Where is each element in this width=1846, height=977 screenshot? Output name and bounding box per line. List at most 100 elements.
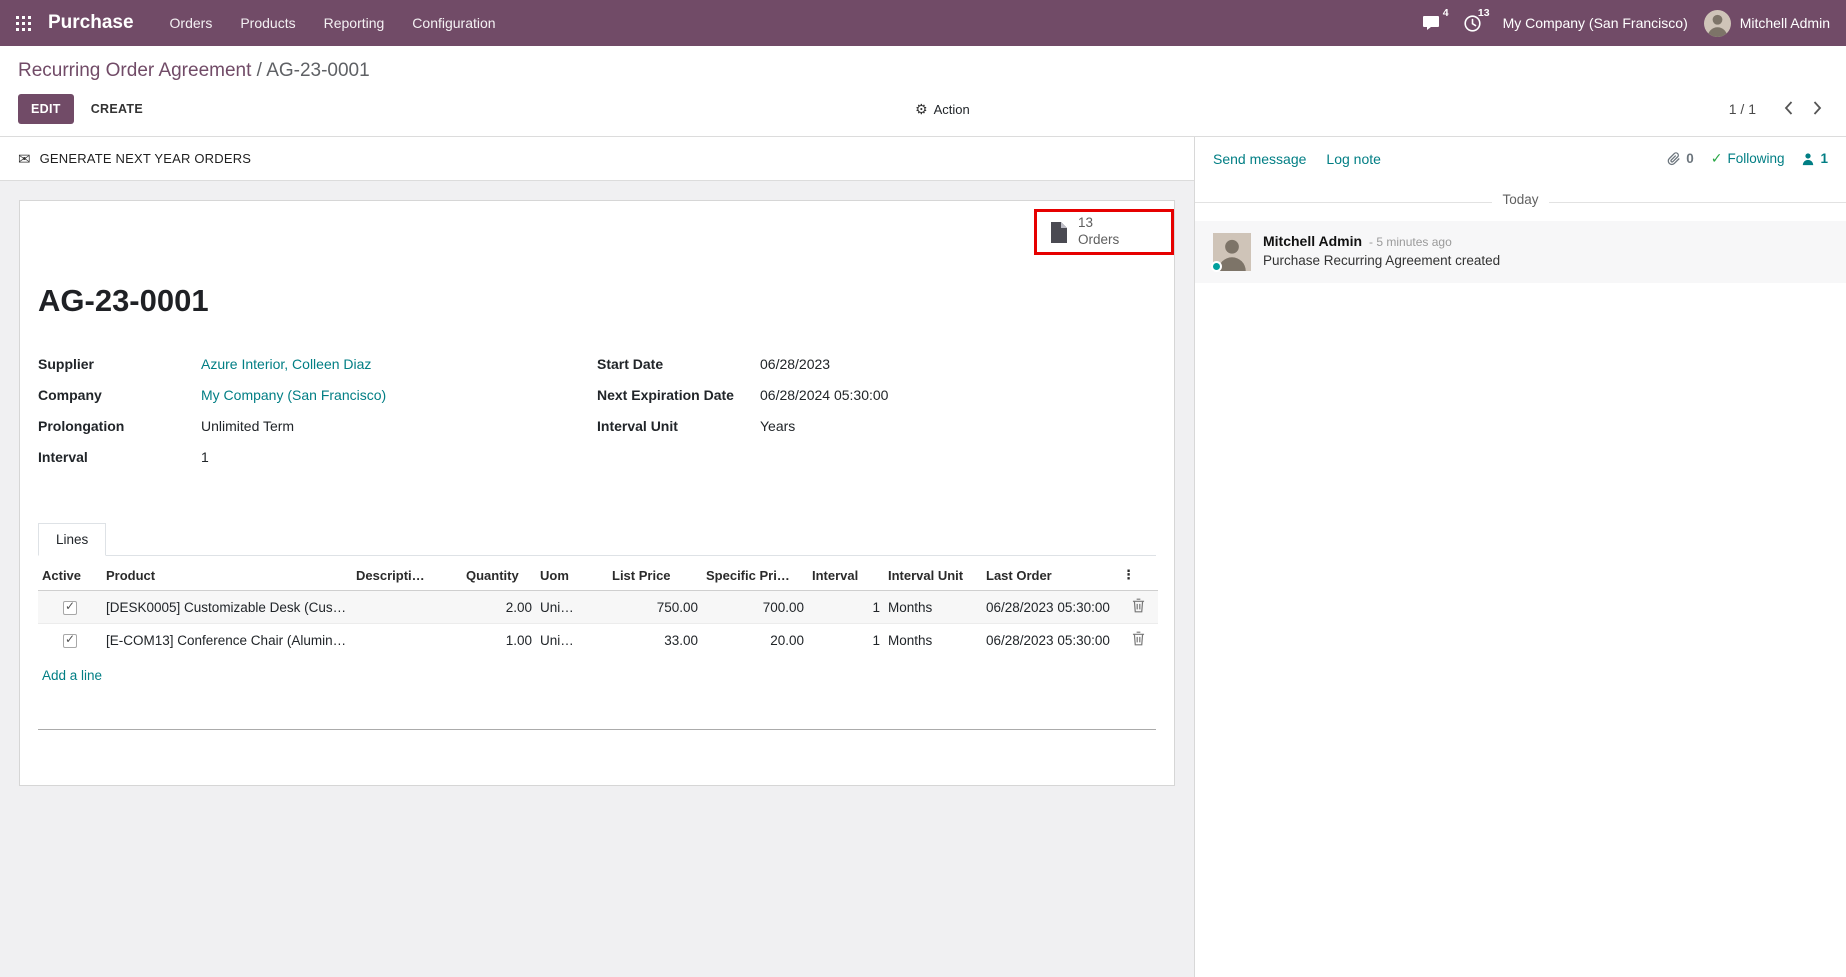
menu-products[interactable]: Products [226, 0, 309, 46]
field-label-next-expiration-date: Next Expiration Date [597, 386, 760, 404]
attachment-count: 0 [1686, 151, 1694, 166]
uom-cell: Uni… [536, 624, 608, 657]
lines-table: Active Product Descripti… Quantity Uom L… [38, 558, 1158, 656]
start-date-value: 06/28/2023 [760, 355, 830, 373]
header-product[interactable]: Product [102, 558, 352, 591]
chevron-left-icon [1784, 101, 1793, 115]
optional-columns-icon[interactable]: ⋮ [1118, 558, 1158, 591]
header-last-order[interactable]: Last Order [982, 558, 1118, 591]
pager-next-button[interactable] [1807, 97, 1828, 122]
message-timestamp: - 5 minutes ago [1369, 235, 1452, 249]
following-button[interactable]: ✓ Following [1711, 150, 1785, 167]
orders-count: 13 [1078, 215, 1119, 232]
active-checkbox[interactable] [63, 601, 77, 615]
user-menu[interactable]: Mitchell Admin [1704, 10, 1830, 37]
pager-value[interactable]: 1 / 1 [1729, 101, 1756, 117]
notebook-tabs: Lines [38, 523, 1156, 556]
form-sheet: 13 Orders AG-23-0001 Supplier Azure Inte… [19, 200, 1175, 786]
field-label-interval: Interval [38, 448, 201, 466]
chatter-panel: Send message Log note 0 ✓ Following 1 To… [1194, 137, 1846, 977]
attention-highlight-box: 13 Orders [1034, 209, 1174, 255]
field-label-company: Company [38, 386, 201, 404]
control-panel-buttons-row: EDIT CREATE ⚙ Action 1 / 1 [18, 94, 1828, 124]
table-row[interactable]: [E-COM13] Conference Chair (Aluminiu… 1.… [38, 624, 1158, 657]
create-button[interactable]: CREATE [78, 94, 156, 124]
add-a-line-link[interactable]: Add a line [38, 664, 106, 687]
messages-systray-button[interactable]: 4 [1410, 0, 1452, 46]
trash-icon [1132, 598, 1145, 613]
activities-systray-button[interactable]: 13 [1452, 0, 1493, 46]
breadcrumb-parent-link[interactable]: Recurring Order Agreement [18, 60, 251, 81]
menu-configuration[interactable]: Configuration [398, 0, 509, 46]
prolongation-value: Unlimited Term [201, 417, 294, 435]
interval-unit-cell: Months [884, 591, 982, 624]
document-icon [1050, 222, 1067, 243]
product-cell: [E-COM13] Conference Chair (Aluminiu… [102, 624, 352, 657]
control-panel: Recurring Order Agreement / AG-23-0001 E… [0, 46, 1846, 137]
last-order-cell: 06/28/2023 05:30:00 [982, 624, 1118, 657]
edit-button[interactable]: EDIT [18, 94, 74, 124]
generate-orders-label: GENERATE NEXT YEAR ORDERS [40, 151, 252, 166]
lines-header-row: Active Product Descripti… Quantity Uom L… [38, 558, 1158, 591]
log-note-button[interactable]: Log note [1326, 151, 1381, 167]
header-active[interactable]: Active [38, 558, 102, 591]
breadcrumb: Recurring Order Agreement / AG-23-0001 [18, 59, 1828, 83]
generate-next-year-orders-button[interactable]: ✉ GENERATE NEXT YEAR ORDERS [0, 137, 1194, 181]
last-order-cell: 06/28/2023 05:30:00 [982, 591, 1118, 624]
field-label-prolongation: Prolongation [38, 417, 201, 435]
supplier-link[interactable]: Azure Interior, Colleen Diaz [201, 356, 371, 372]
grid-icon [16, 16, 31, 31]
action-menu-label: Action [934, 102, 970, 117]
send-message-button[interactable]: Send message [1213, 151, 1306, 167]
person-icon [1801, 152, 1815, 166]
notebook: Lines Active Product Descripti… Quantity [38, 523, 1156, 687]
chatter-toolbar: Send message Log note 0 ✓ Following 1 [1195, 137, 1846, 178]
company-link[interactable]: My Company (San Francisco) [201, 387, 386, 403]
field-label-interval-unit: Interval Unit [597, 417, 760, 435]
action-menu-button[interactable]: ⚙ Action [915, 101, 970, 118]
chat-bubble-icon [1422, 15, 1440, 31]
form-view-area: 13 Orders AG-23-0001 Supplier Azure Inte… [0, 181, 1194, 977]
orders-stat-button[interactable]: 13 Orders [1037, 212, 1171, 252]
header-list-price[interactable]: List Price [608, 558, 702, 591]
delete-row-button[interactable] [1129, 630, 1148, 650]
online-presence-dot [1211, 261, 1222, 272]
menu-orders[interactable]: Orders [156, 0, 227, 46]
user-name: Mitchell Admin [1740, 15, 1830, 31]
delete-row-button[interactable] [1129, 597, 1148, 617]
header-interval[interactable]: Interval [808, 558, 884, 591]
interval-unit-value: Years [760, 417, 795, 435]
specific-price-cell: 700.00 [702, 591, 808, 624]
description-cell [352, 624, 462, 657]
messages-badge: 4 [1443, 7, 1449, 19]
header-interval-unit[interactable]: Interval Unit [884, 558, 982, 591]
apps-grid-icon[interactable] [0, 0, 46, 46]
product-cell: [DESK0005] Customizable Desk (Custo… [102, 591, 352, 624]
breadcrumb-separator: / [257, 60, 267, 81]
followers-button[interactable]: 1 [1801, 151, 1828, 166]
table-row[interactable]: [DESK0005] Customizable Desk (Custo… 2.0… [38, 591, 1158, 624]
user-avatar [1704, 10, 1731, 37]
company-switcher[interactable]: My Company (San Francisco) [1503, 15, 1688, 31]
gear-icon: ⚙ [915, 101, 928, 118]
header-uom[interactable]: Uom [536, 558, 608, 591]
field-groups: Supplier Azure Interior, Colleen Diaz Co… [38, 355, 1156, 479]
pager-previous-button[interactable] [1778, 97, 1799, 122]
top-navbar: Purchase Orders Products Reporting Confi… [0, 0, 1846, 46]
app-brand[interactable]: Purchase [48, 12, 134, 34]
tab-lines[interactable]: Lines [38, 523, 106, 556]
avatar-image [1704, 10, 1731, 37]
list-price-cell: 33.00 [608, 624, 702, 657]
header-specific-price[interactable]: Specific Pri… [702, 558, 808, 591]
activities-badge: 13 [1478, 7, 1490, 19]
header-description[interactable]: Descripti… [352, 558, 462, 591]
header-quantity[interactable]: Quantity [462, 558, 536, 591]
interval-unit-cell: Months [884, 624, 982, 657]
attachments-button[interactable]: 0 [1667, 151, 1694, 166]
following-label: Following [1727, 151, 1784, 166]
field-label-supplier: Supplier [38, 355, 201, 373]
menu-reporting[interactable]: Reporting [310, 0, 399, 46]
message-avatar [1213, 233, 1251, 271]
form-column: ✉ GENERATE NEXT YEAR ORDERS 13 Orders AG… [0, 137, 1194, 977]
active-checkbox[interactable] [63, 634, 77, 648]
